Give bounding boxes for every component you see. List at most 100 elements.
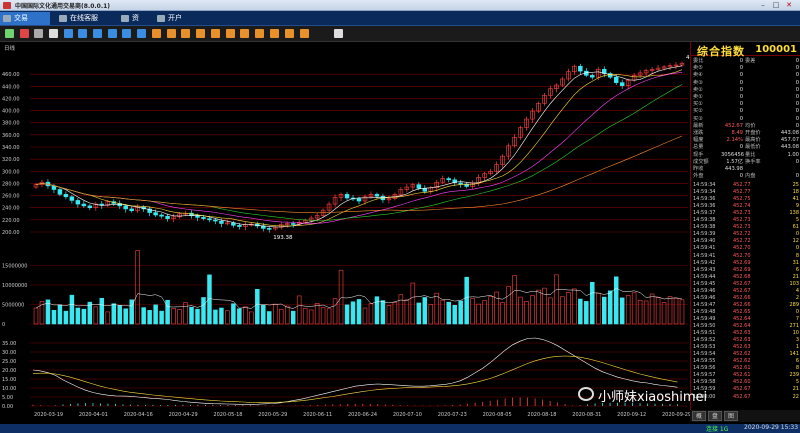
toolbar-tool-icon[interactable] [137,29,146,38]
tab-orderbook[interactable]: 盘 [708,411,722,421]
volume-bar [75,307,81,325]
watermark: 小师妹xiaoshimei [578,384,707,406]
toolbar-tool-icon[interactable] [49,29,58,38]
tick-row: 14:59:38 452.73 61 [691,224,800,231]
toolbar-tool-icon[interactable] [300,29,309,38]
toolbar-tool-icon[interactable] [270,29,279,38]
wechat-icon [578,387,594,401]
toolbar-tool-icon[interactable] [78,29,87,38]
kline-chart-area[interactable]: 460.00 440.00 420.00 400.00 380.00 360.00 340.… [0,42,697,425]
volume-bar [422,297,428,325]
tick-row: 14:59:34 452.77 18 [691,189,800,196]
toolbar-tool-icon[interactable] [5,29,14,38]
kline-chart-svg[interactable]: 460.00 440.00 420.00 400.00 380.00 360.00 340.… [0,42,697,425]
volume-bar [219,307,224,325]
tick-volume: 0 [795,245,799,252]
tick-time: 14:59:38 [693,217,716,224]
account-icon [157,15,165,22]
tick-time: 14:59:34 [693,182,716,188]
quote-label-2: 委差 [745,58,756,64]
volume-bar [440,299,445,325]
tab-assets[interactable]: 资 [118,12,144,25]
volume-bar [548,297,553,325]
volume-bar [243,306,248,325]
tab-overview[interactable]: 概 [692,411,706,421]
tick-row: 14:59:46 452.66 2 [691,295,800,302]
quote-label: 昨收 [693,166,704,172]
toolbar-tool-icon[interactable] [196,29,205,38]
low-annotation: 193.38 [273,235,293,241]
tick-time: 14:59:57 [693,372,716,379]
tick-time: 14:59:36 [693,203,716,210]
candle-body [422,187,428,192]
quote-label-2: 均价 [745,122,756,129]
quote-label: 最新 [693,122,704,129]
chart-toolbar [0,26,800,42]
toolbar-tool-icon[interactable] [255,29,264,38]
volume-bar [607,290,613,325]
toolbar-tool-icon[interactable] [226,29,235,38]
maximize-button[interactable]: □ [771,1,781,9]
toolbar-tool-icon[interactable] [211,29,220,38]
price-axis-label: 380.00 [2,121,20,127]
toolbar-tool-icon[interactable] [122,29,131,38]
tick-price: 452.68 [733,273,751,280]
tick-row: 14:59:51 452.63 10 [691,330,800,337]
price-axis-label: 360.00 [2,133,20,139]
toolbar-tool-icon[interactable] [20,29,29,38]
candle-body [57,189,63,195]
candle-body [207,218,212,221]
price-axis-label: 220.00 [2,218,20,224]
tick-row: 14:59:52 452.63 3 [691,337,800,344]
volume-bar [494,291,499,325]
quote-value: 0 [739,79,743,86]
toolbar-tool-icon[interactable] [34,29,43,38]
tick-time: 14:59:36 [693,196,716,203]
candle-body [123,205,128,210]
toolbar-tool-icon[interactable] [285,29,294,38]
date-axis-label: 2020-04-16 [124,412,153,418]
quote-value: 443.98 [724,166,743,172]
tab-trade[interactable]: 交易 [0,12,50,25]
tab-chart[interactable]: 图 [724,411,738,421]
toolbar-tool-icon[interactable] [152,29,161,38]
quote-value-2: 0 [795,101,799,108]
date-axis-label: 2020-08-05 [483,412,512,418]
volume-bar [207,274,212,325]
toolbar-tool-icon[interactable] [167,29,176,38]
volume-bar [452,304,457,325]
candle-body [87,205,93,209]
tick-time: 14:59:40 [693,238,716,245]
tick-time: 14:59:52 [693,337,716,344]
volume-axis-label: 15000000 [2,264,27,270]
volume-bar [566,292,571,325]
volume-bar [482,300,487,325]
candle-body [213,219,218,222]
tab-open-account[interactable]: 开户 [154,12,194,25]
toolbar-tool-icon[interactable] [240,29,249,38]
tick-time: 14:59:53 [693,344,716,351]
quote-label: 卖④ [693,72,703,79]
date-axis-label: 2020-06-11 [303,412,332,418]
tab-customer-service[interactable]: 在线客服 [56,12,110,25]
toolbar-tool-icon[interactable] [181,29,190,38]
toolbar-tool-icon[interactable] [64,29,73,38]
toolbar-tool-icon[interactable] [334,29,343,38]
index-header: 综合指数 100001 [691,42,800,58]
toolbar-tool-icon[interactable] [108,29,117,38]
volume-bar [590,281,595,325]
tick-price: 452.62 [733,358,751,365]
tick-volume: 31 [792,259,799,266]
volume-bar [362,307,368,325]
tick-volume: 12 [792,238,799,245]
tick-price: 452.72 [733,231,751,238]
minimize-button[interactable]: – [758,1,768,9]
tick-row: 14:59:41 452.70 8 [691,253,800,260]
tick-price: 452.61 [733,365,751,372]
tick-row: 14:59:56 452.61 8 [691,365,800,372]
close-button[interactable]: ✕ [784,1,794,9]
macd-axis-label: 10.00 [2,386,16,392]
toolbar-tool-icon[interactable] [93,29,102,38]
tick-volume: 41 [792,196,799,203]
volume-bar [602,296,607,325]
